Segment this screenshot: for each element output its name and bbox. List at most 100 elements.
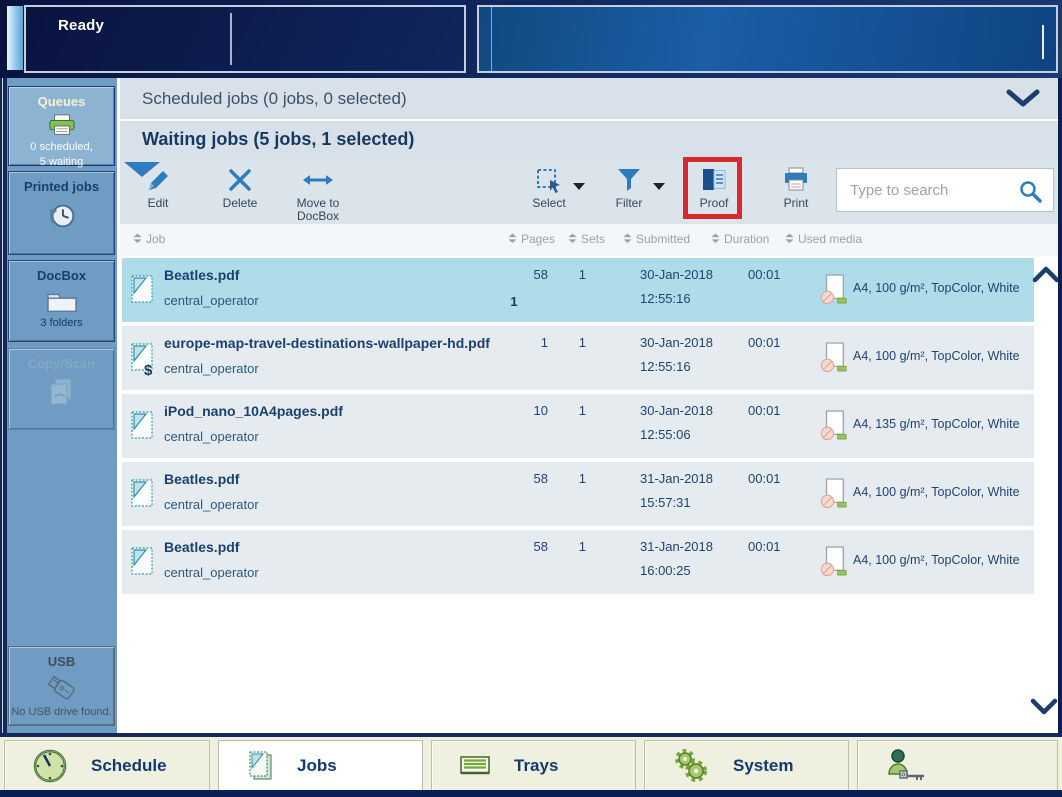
tab-system[interactable]: System xyxy=(644,740,849,791)
select-label: Select xyxy=(532,196,566,210)
usb-drive-icon xyxy=(47,675,75,700)
cost-indicator: $ xyxy=(144,362,153,379)
scheduled-jobs-title: Scheduled jobs (0 jobs, 0 selected) xyxy=(142,89,407,108)
bottom-navigation: Schedule Jobs Trays System xyxy=(0,733,1062,794)
job-submitted-time: 16:00:25 xyxy=(640,563,691,578)
schedule-label: Schedule xyxy=(91,755,167,775)
tab-operator-login[interactable] xyxy=(857,740,1058,791)
scroll-down-icon[interactable] xyxy=(1030,698,1058,715)
status-panel-right xyxy=(477,5,1058,73)
sort-icon xyxy=(568,233,577,243)
sidebar-item-queues[interactable]: Queues 0 scheduled, 5 waiting xyxy=(8,86,115,168)
job-name: Beatles.pdf xyxy=(164,267,240,283)
docbox-folder-icon xyxy=(46,293,77,312)
job-owner: central_operator xyxy=(164,565,259,580)
job-sets: 1 xyxy=(578,335,586,350)
waiting-jobs-title: Waiting jobs (5 jobs, 1 selected) xyxy=(142,129,415,149)
job-row[interactable]: Beatles.pdf central_operator 58 1 31-Jan… xyxy=(122,530,1034,594)
job-name: europe-map-travel-destinations-wallpaper… xyxy=(164,335,490,351)
printer-status-text: Ready xyxy=(58,17,105,34)
screen-bottom-edge xyxy=(0,790,1062,797)
trays-icon xyxy=(460,755,490,774)
tab-trays[interactable]: Trays xyxy=(431,740,636,791)
column-header-submitted[interactable]: Submitted xyxy=(623,232,690,246)
tab-schedule[interactable]: Schedule xyxy=(4,740,210,791)
job-sets: 1 xyxy=(578,539,586,554)
printed-jobs-label: Printed jobs xyxy=(23,179,100,194)
column-header-job[interactable]: Job xyxy=(133,232,165,246)
job-pages: 58 xyxy=(533,539,548,554)
column-header-duration[interactable]: Duration xyxy=(711,232,769,246)
job-submitted-time: 12:55:06 xyxy=(640,427,691,442)
proof-document-icon xyxy=(681,167,747,195)
job-row[interactable]: Beatles.pdf central_operator 1 58 1 30-J… xyxy=(122,258,1034,322)
print-button[interactable]: Print xyxy=(763,167,829,210)
printer-control-screen: Ready Queues 0 scheduled, 5 waiting Prin… xyxy=(0,0,1062,797)
proof-label: Proof xyxy=(699,196,729,210)
copy-scan-icon xyxy=(50,378,71,405)
jobs-table-header: Job Pages Sets Submitted Duration Used m… xyxy=(120,224,1058,256)
job-submitted-date: 30-Jan-2018 xyxy=(640,403,713,418)
select-dropdown-caret-icon[interactable] xyxy=(572,182,586,191)
job-pages: 1 xyxy=(540,335,548,350)
job-duration: 00:01 xyxy=(748,335,781,350)
print-label: Print xyxy=(783,196,809,210)
job-row[interactable]: Beatles.pdf central_operator 58 1 31-Jan… xyxy=(122,462,1034,526)
queues-count-line1: 0 scheduled, xyxy=(30,141,93,153)
sort-icon xyxy=(508,233,517,243)
job-duration: 00:01 xyxy=(748,471,781,486)
scheduled-jobs-section-header[interactable]: Scheduled jobs (0 jobs, 0 selected) xyxy=(120,78,1058,121)
job-sets: 1 xyxy=(578,403,586,418)
status-panel2-divider xyxy=(491,7,492,71)
printed-jobs-clock-icon xyxy=(49,204,74,228)
media-icon xyxy=(820,545,848,582)
status-accent-stripe xyxy=(7,6,23,70)
job-document-icon xyxy=(130,410,154,443)
jobs-toolbar: Edit Delete Move to DocBox Select Filter… xyxy=(120,160,1058,224)
selection-count-badge: 1 xyxy=(510,294,518,309)
media-icon xyxy=(820,409,848,446)
move-arrows-icon xyxy=(285,167,351,195)
job-pages: 58 xyxy=(533,471,548,486)
system-label: System xyxy=(733,755,794,775)
sidebar-item-printed-jobs[interactable]: Printed jobs xyxy=(8,171,115,255)
waiting-jobs-section-header[interactable]: Waiting jobs (5 jobs, 1 selected) xyxy=(120,121,1058,160)
job-owner: central_operator xyxy=(164,361,259,376)
scroll-up-icon[interactable] xyxy=(1032,266,1060,283)
tab-jobs[interactable]: Jobs xyxy=(218,740,423,791)
move-to-docbox-button[interactable]: Move to DocBox xyxy=(285,167,351,223)
column-header-pages[interactable]: Pages xyxy=(508,232,555,246)
filter-dropdown-caret-icon[interactable] xyxy=(652,182,666,191)
edit-label: Edit xyxy=(147,196,169,210)
docbox-count: 3 folders xyxy=(40,317,83,329)
chevron-down-icon[interactable] xyxy=(1006,89,1040,108)
status-bar: Ready xyxy=(0,0,1062,78)
column-header-sets[interactable]: Sets xyxy=(568,232,605,246)
move-to-docbox-label: Move to DocBox xyxy=(296,196,340,223)
job-row[interactable]: $ europe-map-travel-destinations-wallpap… xyxy=(122,326,1034,390)
media-icon xyxy=(820,477,848,514)
usb-label: USB xyxy=(47,654,76,669)
sort-icon xyxy=(623,233,632,243)
search-icon[interactable] xyxy=(1018,179,1044,205)
job-used-media: A4, 100 g/m², TopColor, White xyxy=(853,553,1020,567)
job-name: Beatles.pdf xyxy=(164,539,240,555)
job-row[interactable]: iPod_nano_10A4pages.pdf central_operator… xyxy=(122,394,1034,458)
job-submitted-time: 15:57:31 xyxy=(640,495,691,510)
printer-queue-icon xyxy=(48,114,75,135)
sidebar-item-docbox[interactable]: DocBox 3 folders xyxy=(8,260,115,342)
jobs-list: Beatles.pdf central_operator 1 58 1 30-J… xyxy=(122,258,1034,598)
screen-right-edge xyxy=(1058,78,1062,733)
edit-pencil-icon xyxy=(125,167,191,195)
proof-button[interactable]: Proof xyxy=(681,167,747,210)
job-submitted-date: 31-Jan-2018 xyxy=(640,471,713,486)
sort-icon xyxy=(133,233,142,243)
column-header-used-media[interactable]: Used media xyxy=(785,232,862,246)
trays-label: Trays xyxy=(514,755,559,775)
job-submitted-time: 12:55:16 xyxy=(640,359,691,374)
job-duration: 00:01 xyxy=(748,539,781,554)
edit-button[interactable]: Edit xyxy=(125,167,191,210)
sidebar: Queues 0 scheduled, 5 waiting Printed jo… xyxy=(0,78,120,733)
job-duration: 00:01 xyxy=(748,267,781,282)
delete-button[interactable]: Delete xyxy=(207,167,273,210)
